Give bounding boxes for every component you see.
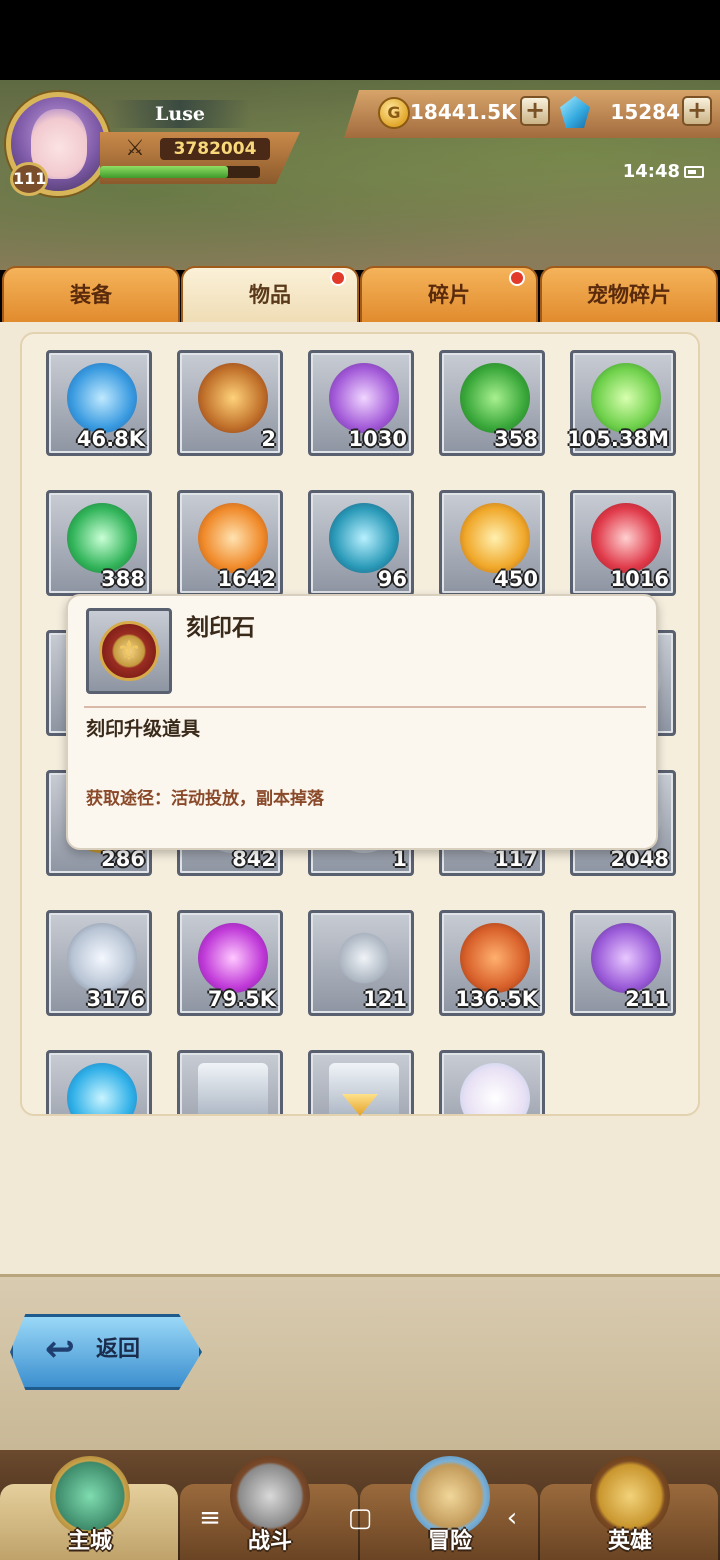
item-count: 842 bbox=[232, 847, 276, 871]
tooltip-divider bbox=[84, 706, 646, 708]
item-count: 388 bbox=[101, 567, 145, 591]
item-slot[interactable]: 1016 bbox=[570, 490, 676, 596]
item-slot[interactable]: 105.38M bbox=[567, 350, 676, 456]
fragments-tab-notification-dot bbox=[509, 270, 525, 286]
item-slot[interactable]: 3176 bbox=[46, 910, 152, 1016]
add-gems-button[interactable]: + bbox=[682, 96, 712, 126]
item-slot[interactable]: 96 bbox=[308, 490, 414, 596]
item-slot[interactable] bbox=[439, 1050, 545, 1114]
crossed-swords-icon: ⚔ bbox=[125, 136, 145, 161]
system-menu-icon[interactable]: ≡ bbox=[192, 1500, 228, 1536]
orange-armor-gem-icon bbox=[460, 503, 530, 573]
nav-main-city-label: 主城 bbox=[67, 1529, 112, 1554]
item-slot[interactable]: 358 bbox=[439, 350, 545, 456]
item-count: 96 bbox=[377, 567, 407, 591]
item-count: 117 bbox=[494, 847, 538, 871]
purple-potion-icon bbox=[198, 923, 268, 993]
tooltip-title: 刻印石 bbox=[186, 615, 255, 641]
item-slot[interactable]: 121 bbox=[308, 910, 414, 1016]
nav-heroes-label: 英雄 bbox=[607, 1529, 652, 1554]
item-count: 358 bbox=[494, 427, 538, 451]
tooltip-description: 刻印升级道具 bbox=[86, 718, 201, 740]
gold-coin-icon: G bbox=[378, 97, 410, 129]
return-arrow-icon: ↩ bbox=[44, 1329, 76, 1370]
player-name: Luse bbox=[110, 100, 250, 128]
item-count: 121 bbox=[363, 987, 407, 1011]
tab-equipment[interactable]: 装备 bbox=[2, 266, 180, 324]
spotted-egg-icon bbox=[460, 1063, 530, 1114]
item-slot[interactable] bbox=[46, 1050, 152, 1114]
nav-adventure-label: 冒险 bbox=[427, 1529, 472, 1554]
red-sword-gem-icon bbox=[591, 503, 661, 573]
top-black-bar bbox=[0, 0, 720, 80]
item-count: 136.5K bbox=[455, 987, 538, 1011]
blue-crystal-icon bbox=[67, 363, 137, 433]
item-slot[interactable] bbox=[177, 1050, 283, 1114]
tooltip-item-slot: ⚜ bbox=[86, 608, 172, 694]
power-value: 3782004 bbox=[160, 138, 270, 160]
tab-pet-fragments[interactable]: 宠物碎片 bbox=[540, 266, 718, 324]
battery-icon bbox=[684, 166, 704, 178]
item-slot[interactable]: 46.8K bbox=[46, 350, 152, 456]
item-slot[interactable]: 1642 bbox=[177, 490, 283, 596]
item-slot[interactable]: 2 bbox=[177, 350, 283, 456]
item-slot[interactable]: 211 bbox=[570, 910, 676, 1016]
item-count: 1642 bbox=[217, 567, 276, 591]
item-count: 286 bbox=[101, 847, 145, 871]
item-count: 1 bbox=[392, 847, 407, 871]
item-slot[interactable]: 136.5K bbox=[439, 910, 545, 1016]
ore-icon bbox=[460, 923, 530, 993]
items-tab-notification-dot bbox=[330, 270, 346, 286]
item-count: 1016 bbox=[610, 567, 669, 591]
rank-emblem-icon bbox=[198, 363, 268, 433]
blue-egg-icon bbox=[329, 503, 399, 573]
inventory-tabs: 装备 物品 碎片 宠物碎片 bbox=[0, 266, 720, 324]
blue-orb-icon bbox=[67, 1063, 137, 1114]
exp-bar bbox=[100, 166, 260, 178]
green-potion-icon bbox=[591, 363, 661, 433]
engraving-stone-icon: ⚜ bbox=[99, 621, 159, 681]
system-home-icon[interactable]: ▢ bbox=[342, 1500, 378, 1536]
silver-coin-icon bbox=[67, 923, 137, 993]
item-slot[interactable]: 79.5K bbox=[177, 910, 283, 1016]
item-count: 105.38M bbox=[567, 427, 669, 451]
nav-battle-label: 战斗 bbox=[247, 1529, 292, 1554]
item-count: 1030 bbox=[348, 427, 407, 451]
item-count: 46.8K bbox=[76, 427, 145, 451]
item-slot[interactable]: 450 bbox=[439, 490, 545, 596]
item-count: 79.5K bbox=[207, 987, 276, 1011]
item-count: 2048 bbox=[610, 847, 669, 871]
add-gold-button[interactable]: + bbox=[520, 96, 550, 126]
orange-potion-icon bbox=[198, 503, 268, 573]
item-count: 3176 bbox=[86, 987, 145, 1011]
item-slot[interactable]: 388 bbox=[46, 490, 152, 596]
item-count: 211 bbox=[625, 987, 669, 1011]
green-glove-gem-icon bbox=[67, 503, 137, 573]
silver-chest-icon bbox=[198, 1063, 268, 1114]
item-count: 2 bbox=[261, 427, 276, 451]
gold-amount: 18441.5K bbox=[410, 100, 517, 124]
status-time: 14:48 bbox=[622, 161, 680, 182]
four-leaf-clover-icon bbox=[460, 363, 530, 433]
purple-helmet-gem-icon bbox=[329, 363, 399, 433]
item-count: 450 bbox=[494, 567, 538, 591]
item-slot[interactable]: 1030 bbox=[308, 350, 414, 456]
tooltip-source: 获取途径：活动投放，副本掉落 bbox=[86, 789, 324, 809]
back-button-label: 返回 bbox=[96, 1337, 141, 1362]
key-icon bbox=[329, 923, 399, 993]
level-badge: 111 bbox=[10, 162, 48, 196]
exp-bar-fill bbox=[100, 166, 228, 178]
gem-amount: 15284 bbox=[610, 100, 680, 124]
system-back-icon[interactable]: ‹ bbox=[494, 1500, 530, 1536]
purple-jar-icon bbox=[591, 923, 661, 993]
item-tooltip: ⚜ 刻印石 刻印升级道具 获取途径：活动投放，副本掉落 bbox=[66, 594, 658, 850]
